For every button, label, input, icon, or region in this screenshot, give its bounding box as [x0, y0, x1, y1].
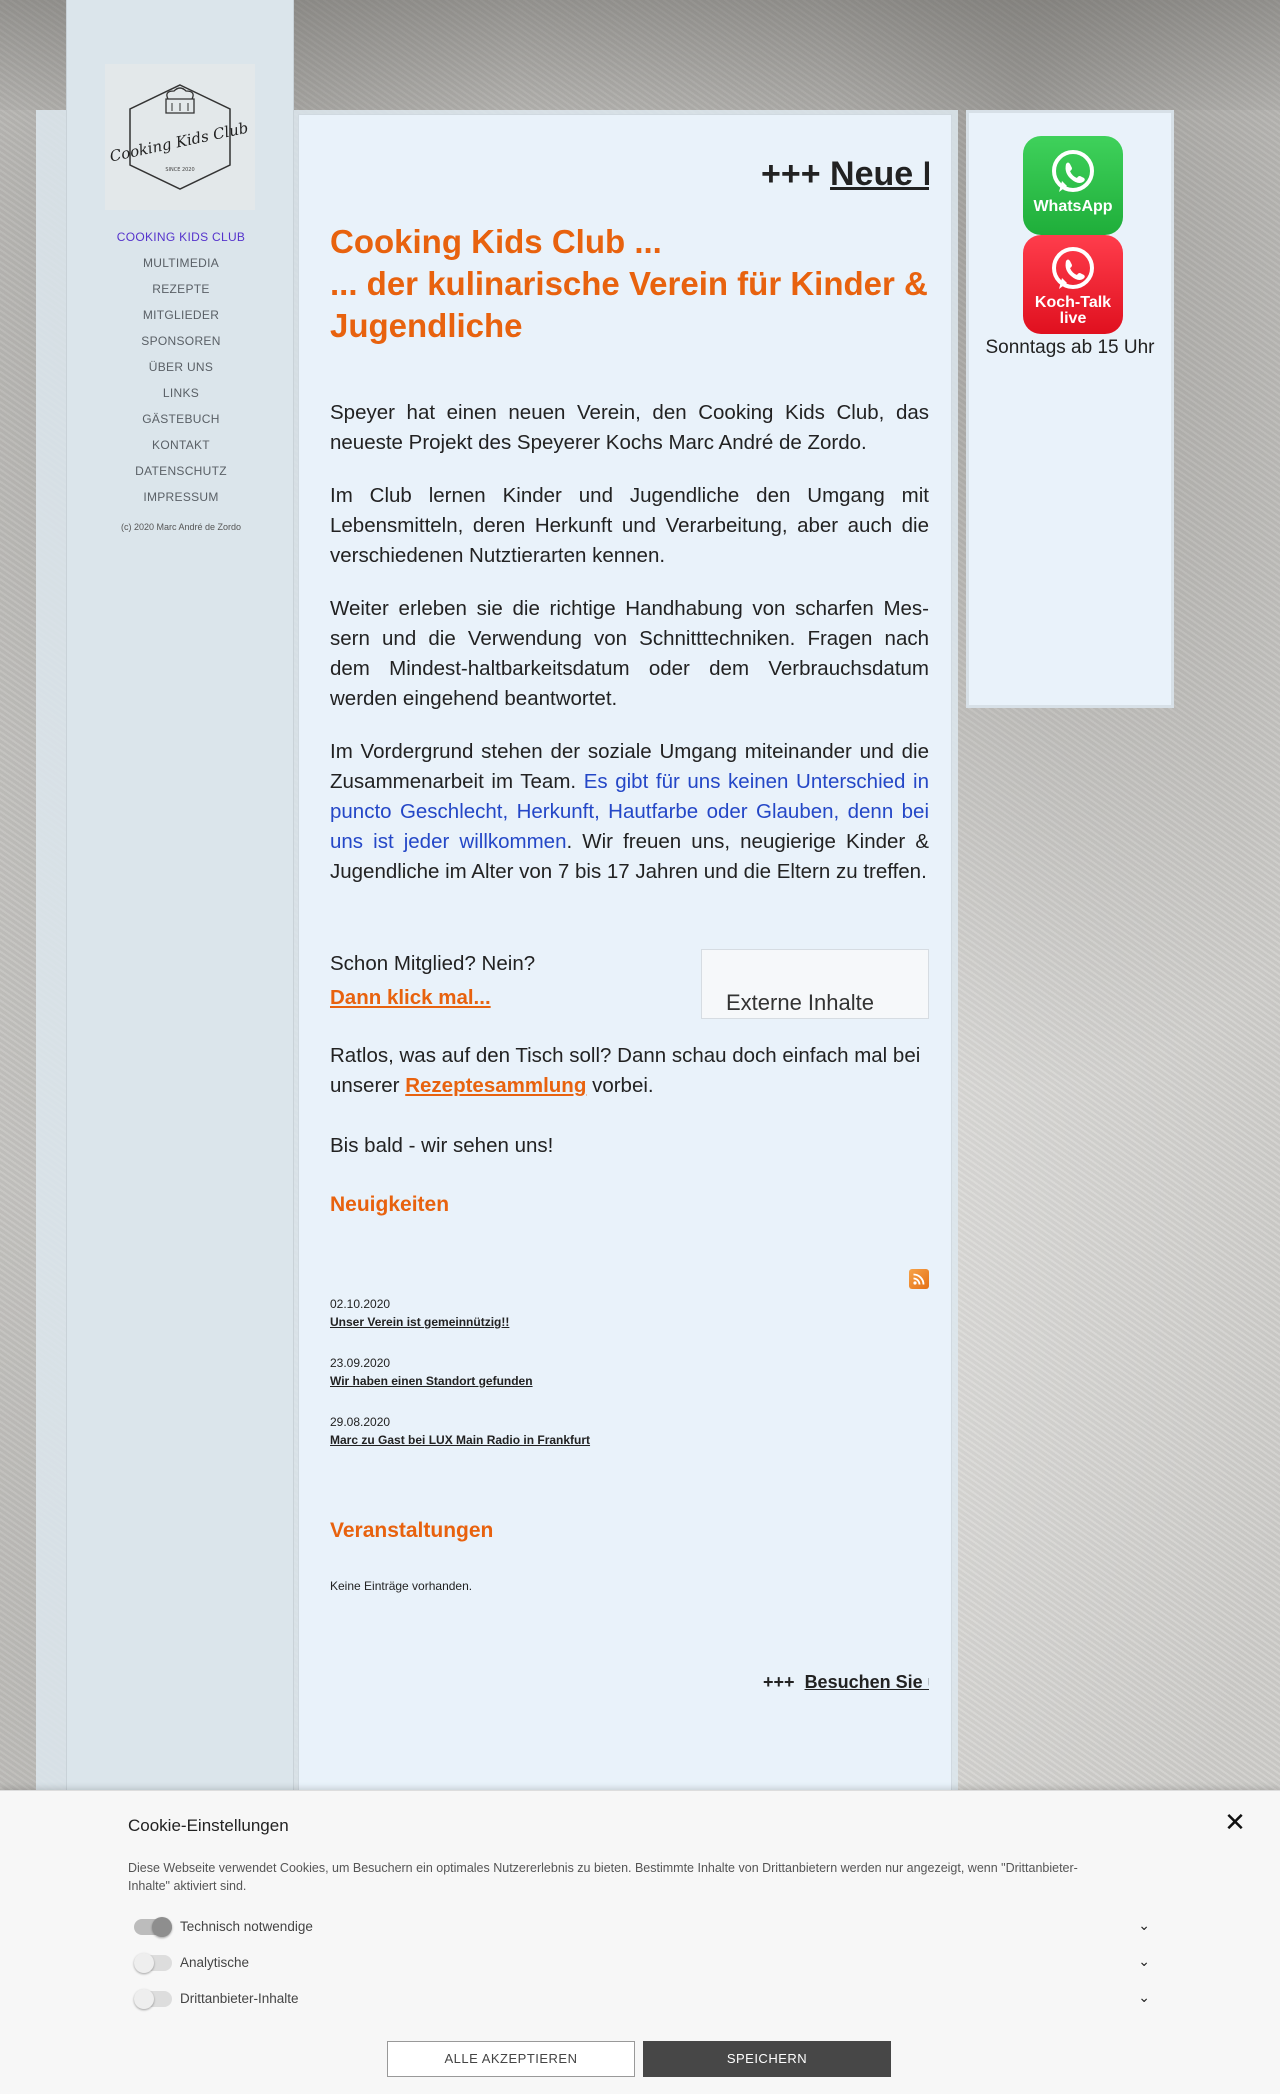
whatsapp-icon: [1052, 247, 1094, 289]
news-title-link[interactable]: Wir haben einen Standort gefunden: [330, 1374, 533, 1388]
cookie-option-label: Drittanbieter-Inhalte: [180, 1991, 299, 2006]
news-ticker-bottom[interactable]: +++ Besuchen Sie uns: [763, 1672, 929, 1693]
svg-text:Cooking Kids Club: Cooking Kids Club: [110, 119, 250, 166]
news-date: 29.08.2020: [330, 1415, 391, 1429]
recipes-text-b: vorbei.: [592, 1074, 654, 1097]
external-content-label: Externe Inhalte: [726, 990, 874, 1015]
events-empty-text: Keine Einträge vorhanden.: [330, 1579, 473, 1593]
ticker-link[interactable]: Neue Homepage: [830, 155, 929, 193]
chevron-down-icon[interactable]: ⌄: [1138, 1989, 1150, 2006]
whatsapp-icon: [1052, 150, 1094, 192]
news-heading: Neuigkeiten: [330, 1193, 450, 1216]
cookie-option-third-party[interactable]: Drittanbieter-Inhalte ⌄: [134, 1987, 1150, 2011]
cookie-option-label: Technisch notwendige: [180, 1919, 313, 1934]
svg-text:SINCE 2020: SINCE 2020: [165, 167, 194, 173]
nav-item-impressum[interactable]: IMPRESSUM: [67, 486, 295, 512]
farewell-text: Bis bald - wir sehen uns!: [330, 1134, 554, 1157]
nav-item-kontakt[interactable]: KONTAKT: [67, 434, 295, 460]
nav-item-datenschutz[interactable]: DATENSCHUTZ: [67, 460, 295, 486]
whatsapp-label: WhatsApp: [1033, 198, 1113, 215]
ticker-prefix: +++: [761, 155, 821, 193]
nav-item-sponsoren[interactable]: SPONSOREN: [67, 330, 295, 356]
nav-item-links[interactable]: LINKS: [67, 382, 295, 408]
kochtalk-label-line-1: Koch-Talk: [1034, 294, 1112, 311]
headline-line-1: Cooking Kids Club ...: [330, 223, 662, 260]
kochtalk-label: Koch-Talk live: [1023, 295, 1123, 327]
nav-item-gaestebuch[interactable]: GÄSTEBUCH: [67, 408, 295, 434]
page-title: Cooking Kids Club ... ... der kulinarisc…: [330, 221, 950, 347]
nav-item-rezepte[interactable]: REZEPTE: [67, 278, 295, 304]
nav-item-multimedia[interactable]: MULTIMEDIA: [67, 252, 295, 278]
logo-hexagon-icon: Cooking Kids Club SINCE 2020: [110, 84, 250, 190]
nav-item-mitglieder[interactable]: MITGLIEDER: [67, 304, 295, 330]
headline-line-2: ... der kulinarische Verein für Kinder &…: [330, 265, 928, 344]
club-paragraph: Im Club lernen Kinder und Jugendliche de…: [330, 484, 929, 567]
cookie-option-analytics[interactable]: Analytische ⌄: [134, 1951, 1150, 1975]
sidebar: Cooking Kids Club SINCE 2020 COOKING KID…: [66, 0, 294, 1800]
news-date: 23.09.2020: [330, 1356, 391, 1370]
nav-item-ueber-uns[interactable]: ÜBER UNS: [67, 356, 295, 382]
right-sidebar: WhatsApp Koch-Talk live Sonntags ab 15 U…: [966, 110, 1174, 708]
kochtalk-label-line-2: live: [1059, 310, 1087, 327]
chevron-down-icon[interactable]: ⌄: [1138, 1917, 1150, 1934]
member-question: Schon Mitglied? Nein?: [330, 952, 536, 975]
cookie-title: Cookie-Einstellungen: [128, 1816, 289, 1835]
ticker-prefix: +++: [763, 1672, 795, 1692]
rss-feed-icon[interactable]: [909, 1269, 929, 1289]
copyright: (c) 2020 Marc André de Zordo: [120, 522, 242, 532]
intro-paragraph: Speyer hat einen neuen Verein, den Cooki…: [330, 401, 929, 454]
events-heading: Veranstaltungen: [330, 1519, 494, 1542]
chevron-down-icon[interactable]: ⌄: [1138, 1953, 1150, 1970]
recipes-paragraph: Ratlos, was auf den Tisch soll? Dann sch…: [330, 1041, 929, 1101]
news-ticker-top[interactable]: +++ Neue Homepage: [761, 155, 929, 194]
whatsapp-button[interactable]: WhatsApp: [1023, 136, 1123, 235]
cookie-option-label: Analytische: [180, 1955, 250, 1970]
nav-item-cooking-kids-club[interactable]: COOKING KIDS CLUB: [67, 226, 295, 252]
external-content-box[interactable]: Externe Inhalte: [701, 949, 929, 1019]
cookie-toggle-analytics[interactable]: [134, 1953, 172, 1973]
cookie-banner: Cookie-Einstellungen ✕ Diese Webseite ve…: [0, 1790, 1280, 2094]
accept-all-button[interactable]: ALLE AKZEPTIEREN: [387, 2041, 635, 2077]
recipes-link[interactable]: Rezeptesammlung: [405, 1074, 586, 1097]
news-title-link[interactable]: Unser Verein ist gemeinnützig!!: [330, 1315, 509, 1329]
logo[interactable]: Cooking Kids Club SINCE 2020: [105, 64, 255, 210]
close-icon[interactable]: ✕: [1222, 1809, 1248, 1835]
news-date: 02.10.2020: [330, 1297, 391, 1311]
schedule-text: Sonntags ab 15 Uhr: [985, 337, 1155, 358]
kochtalk-live-button[interactable]: Koch-Talk live: [1023, 235, 1123, 334]
news-title-link[interactable]: Marc zu Gast bei LUX Main Radio in Frank…: [330, 1433, 590, 1447]
social-paragraph: Im Vordergrund stehen der soziale Umgang…: [330, 737, 929, 887]
main-content: +++ Neue Homepage Cooking Kids Club ... …: [298, 114, 952, 1814]
member-link[interactable]: Dann klick mal...: [330, 983, 690, 1013]
cookie-option-technical[interactable]: Technisch notwendige ⌄: [134, 1915, 1150, 1939]
ticker-link[interactable]: Besuchen Sie uns: [805, 1672, 929, 1692]
cookie-toggle-third-party[interactable]: [134, 1989, 172, 2009]
save-button[interactable]: SPEICHERN: [643, 2041, 891, 2077]
cookie-toggle-technical[interactable]: [134, 1917, 172, 1937]
skills-paragraph: Weiter erleben sie die richtige Handhabu…: [330, 597, 929, 710]
main-nav: COOKING KIDS CLUB MULTIMEDIA REZEPTE MIT…: [67, 226, 295, 512]
cookie-description: Diese Webseite verwendet Cookies, um Bes…: [128, 1861, 1078, 1893]
